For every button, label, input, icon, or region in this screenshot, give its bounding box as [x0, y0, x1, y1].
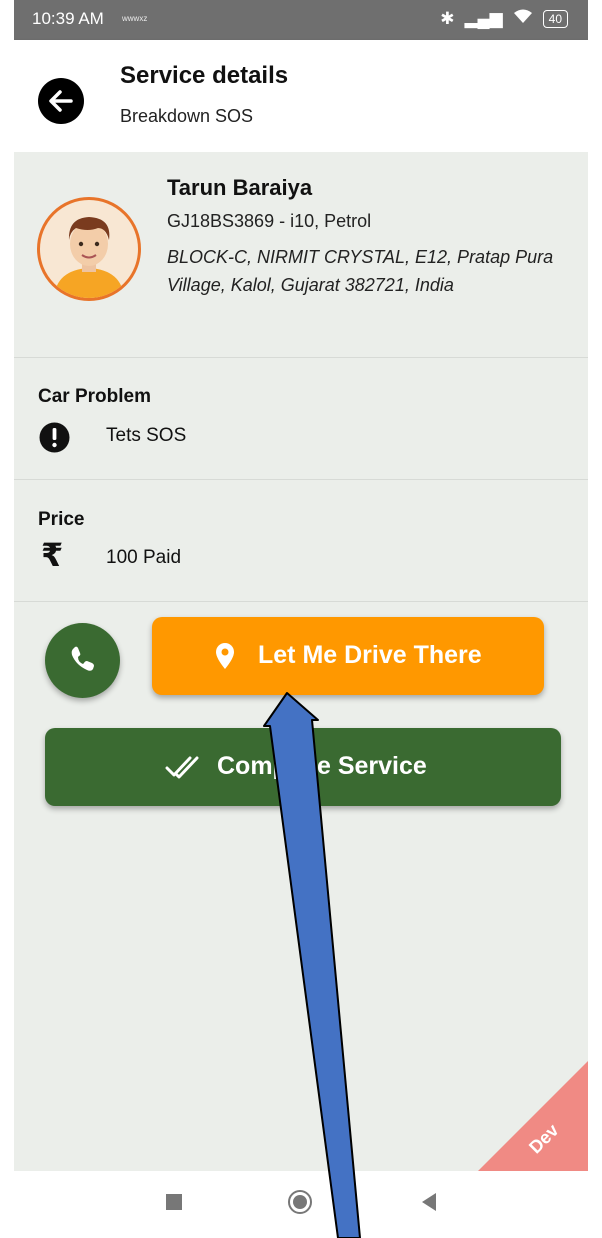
- page-title: Service details: [120, 62, 289, 89]
- price-value: 100 Paid: [106, 547, 182, 568]
- divider: [14, 357, 588, 358]
- wifi-icon: [513, 8, 533, 29]
- location-pin-icon: [216, 643, 234, 669]
- status-bar: 10:39 AM wwwxz ✱ ▂▄▆ 40: [14, 0, 588, 40]
- app-bar: Service details Breakdown SOS: [14, 40, 588, 152]
- double-check-icon: [165, 756, 199, 779]
- phone-icon: [71, 646, 94, 671]
- phone-screen: 10:39 AM wwwxz ✱ ▂▄▆ 40 Service details …: [14, 0, 588, 1238]
- bluetooth-icon: ✱: [440, 8, 455, 28]
- battery-indicator: 40: [542, 9, 568, 28]
- back-nav-button[interactable]: [422, 1193, 436, 1211]
- home-dot-icon: [293, 1195, 307, 1209]
- status-time: 10:39 AM: [32, 9, 104, 28]
- complete-service-button[interactable]: Complete Service: [45, 728, 561, 806]
- back-button[interactable]: [38, 78, 84, 124]
- customer-avatar: [37, 197, 141, 301]
- recent-apps-button[interactable]: [166, 1194, 182, 1210]
- person-avatar-icon: [54, 217, 124, 298]
- alert-circle-icon: [39, 422, 70, 453]
- home-button[interactable]: [288, 1190, 312, 1214]
- drive-button-label: Let Me Drive There: [258, 641, 482, 669]
- service-details-content: Tarun Baraiya GJ18BS3869 - i10, Petrol B…: [14, 152, 588, 1171]
- customer-name: Tarun Baraiya: [167, 175, 313, 200]
- divider: [14, 479, 588, 480]
- call-button[interactable]: [45, 623, 120, 698]
- price-title: Price: [38, 509, 85, 530]
- divider: [14, 601, 588, 602]
- system-nav-bar: [14, 1171, 588, 1238]
- let-me-drive-there-button[interactable]: Let Me Drive There: [152, 617, 544, 695]
- car-problem-title: Car Problem: [38, 386, 151, 407]
- arrow-left-icon: [49, 90, 73, 112]
- customer-vehicle: GJ18BS3869 - i10, Petrol: [167, 211, 372, 231]
- carrier-tag: wwwxz: [122, 14, 148, 23]
- status-icons: ✱ ▂▄▆ 40: [440, 8, 568, 29]
- signal-icon: ▂▄▆: [464, 8, 503, 28]
- rupee-icon: ₹: [41, 537, 64, 573]
- customer-address: BLOCK-C, NIRMIT CRYSTAL, E12, Pratap Pur…: [167, 247, 554, 295]
- page-subtitle: Breakdown SOS: [120, 106, 254, 126]
- car-problem-value: Tets SOS: [106, 425, 187, 446]
- dev-ribbon: Dev: [478, 1061, 588, 1171]
- complete-button-label: Complete Service: [217, 752, 427, 780]
